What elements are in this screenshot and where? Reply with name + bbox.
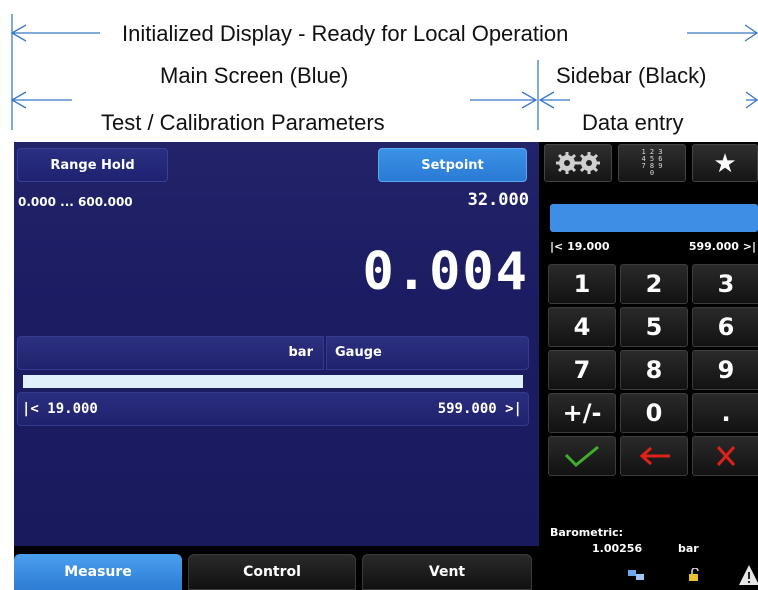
tab-measure[interactable]: Measure (14, 554, 182, 590)
backspace-button[interactable] (620, 436, 688, 476)
range-span: 0.000 ... 600.000 (18, 195, 133, 209)
data-entry-field[interactable] (550, 204, 758, 232)
settings-button[interactable] (544, 144, 612, 182)
annotation-main-screen: Main Screen (Blue) (160, 63, 349, 88)
key-9[interactable]: 9 (692, 350, 758, 390)
unlock-icon (689, 567, 699, 581)
cancel-button[interactable] (692, 436, 758, 476)
pressure-bar (23, 375, 523, 388)
warning-status[interactable] (738, 564, 758, 590)
sidebar: 1 2 3 4 5 6 7 8 9 0 ★ |< 19.000 599.000 … (542, 142, 758, 590)
gears-icon (556, 152, 600, 174)
range-hold-button[interactable]: Range Hold (17, 148, 168, 182)
key-5[interactable]: 5 (620, 307, 688, 347)
key-6[interactable]: 6 (692, 307, 758, 347)
main-screen: Range Hold Setpoint 0.000 ... 600.000 32… (14, 142, 539, 546)
device-screen: Range Hold Setpoint 0.000 ... 600.000 32… (14, 142, 758, 590)
entry-upper-limit: 599.000 >| (688, 240, 756, 253)
annotation-parameters: Test / Calibration Parameters (101, 110, 385, 135)
check-icon (564, 445, 599, 468)
barometric-unit: bar (678, 542, 699, 555)
network-icon (628, 570, 644, 580)
key-7[interactable]: 7 (548, 350, 616, 390)
key-decimal[interactable]: . (692, 393, 758, 433)
limits-bar[interactable]: |< 19.000 599.000 >| (17, 392, 529, 426)
entry-lower-limit: |< 19.000 (550, 240, 610, 253)
barometric-label: Barometric: (550, 526, 624, 539)
key-4[interactable]: 4 (548, 307, 616, 347)
setpoint-value: 32.000 (467, 190, 529, 210)
setpoint-button[interactable]: Setpoint (378, 148, 527, 182)
unit-bar: bar Gauge (17, 336, 529, 370)
network-status[interactable] (628, 568, 644, 587)
tab-control[interactable]: Control (188, 554, 356, 590)
mode-button[interactable]: Gauge (326, 336, 529, 370)
x-icon (716, 446, 736, 466)
upper-limit: 599.000 >| (437, 401, 522, 417)
keypad-button[interactable]: 1 2 3 4 5 6 7 8 9 0 (618, 144, 686, 182)
backspace-arrow-icon (639, 446, 670, 466)
key-1[interactable]: 1 (548, 264, 616, 304)
annotation-data-entry: Data entry (582, 110, 684, 135)
annotation-sidebar: Sidebar (Black) (556, 63, 707, 88)
annotation-area: Initialized Display - Ready for Local Op… (0, 0, 758, 142)
pressure-reading: 0.004 (362, 242, 529, 302)
unit-button[interactable]: bar (17, 336, 324, 370)
tab-vent[interactable]: Vent (362, 554, 532, 590)
key-3[interactable]: 3 (692, 264, 758, 304)
lower-limit: |< 19.000 (22, 401, 98, 417)
key-plus-minus[interactable]: +/- (548, 393, 616, 433)
key-0[interactable]: 0 (620, 393, 688, 433)
confirm-button[interactable] (548, 436, 616, 476)
key-8[interactable]: 8 (620, 350, 688, 390)
key-2[interactable]: 2 (620, 264, 688, 304)
keypad-icon: 1 2 3 4 5 6 7 8 9 0 (641, 148, 663, 177)
warning-icon (739, 565, 758, 585)
barometric-value: 1.00256 (592, 542, 643, 555)
favorites-button[interactable]: ★ (692, 144, 758, 182)
lock-status[interactable] (688, 567, 702, 587)
star-icon: ★ (713, 147, 737, 178)
annotation-title: Initialized Display - Ready for Local Op… (122, 21, 569, 46)
